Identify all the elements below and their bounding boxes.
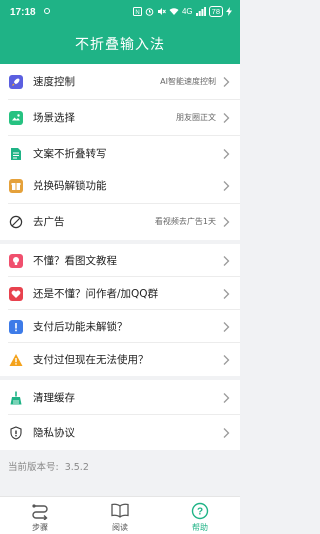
row-tutorial[interactable]: 不懂？看图文教程 <box>0 244 240 277</box>
row-value: AI智能速度控制 <box>160 77 216 86</box>
chevron-right-icon <box>223 256 230 266</box>
row-label: 兑换码解锁功能 <box>33 180 107 192</box>
row-label: 文案不折叠转写 <box>33 148 107 160</box>
chevron-right-icon <box>223 428 230 438</box>
alarm-icon <box>145 8 154 16</box>
book-icon <box>111 503 129 518</box>
app-header: 不折叠输入法 <box>0 24 240 64</box>
chevron-right-icon <box>223 217 230 227</box>
row-label: 去广告 <box>33 216 65 228</box>
row-label: 支付后功能未解锁？ <box>33 321 128 333</box>
bulb-icon <box>9 254 23 268</box>
version-label: 当前版本号: <box>8 462 59 473</box>
row-label: 清理缓存 <box>33 392 75 404</box>
wifi-icon <box>169 8 179 15</box>
rocket-icon <box>9 75 23 89</box>
tab-label: 步骤 <box>32 523 48 532</box>
settings-group-main: 速度控制 AI智能速度控制 场景选择 朋友圈正文 文案不折叠转写 <box>0 64 240 172</box>
row-privacy-policy[interactable]: 隐私协议 <box>0 415 240 450</box>
chevron-right-icon <box>223 322 230 332</box>
row-scene-select[interactable]: 场景选择 朋友圈正文 <box>0 100 240 136</box>
tab-label: 阅读 <box>112 523 128 532</box>
row-value: 朋友圈正文 <box>176 113 216 122</box>
network-type: 4G <box>181 7 193 16</box>
row-label: 隐私协议 <box>33 427 75 439</box>
settings-group-help: 不懂？看图文教程 还是不懂？问作者/加QQ群 支付后功能未解锁？ 支付过但现在无… <box>0 244 240 376</box>
row-speed-control[interactable]: 速度控制 AI智能速度控制 <box>0 64 240 100</box>
bottom-tab-bar: 步骤 阅读 ? 帮助 <box>0 496 240 534</box>
tab-label: 帮助 <box>192 523 208 532</box>
tab-help[interactable]: ? 帮助 <box>160 497 240 534</box>
no-ads-icon <box>9 215 23 229</box>
row-label: 速度控制 <box>33 76 75 88</box>
row-contact-author[interactable]: 还是不懂？问作者/加QQ群 <box>0 277 240 310</box>
signal-icon <box>195 7 206 16</box>
svg-text:N: N <box>135 10 139 16</box>
document-icon <box>11 148 21 160</box>
status-time: 17:18 <box>10 7 36 18</box>
row-paid-not-working[interactable]: 支付过但现在无法使用？ <box>0 343 240 376</box>
version-number: 3.5.2 <box>64 462 89 473</box>
row-text-rewrite[interactable]: 文案不折叠转写 <box>0 136 240 172</box>
shield-icon <box>10 426 22 440</box>
chevron-right-icon <box>223 113 230 123</box>
scene-icon <box>9 111 23 125</box>
chevron-right-icon <box>223 355 230 365</box>
battery-level: 78 <box>208 6 223 17</box>
chevron-right-icon <box>223 181 230 191</box>
heart-icon <box>9 287 23 301</box>
nfc-icon: N <box>132 7 142 16</box>
mute-icon <box>157 8 166 15</box>
settings-group-misc: 清理缓存 隐私协议 <box>0 380 240 450</box>
charging-icon <box>226 7 232 16</box>
page-title: 不折叠输入法 <box>75 37 165 53</box>
info-icon <box>9 320 23 334</box>
row-unlock-issue[interactable]: 支付后功能未解锁？ <box>0 310 240 343</box>
chevron-right-icon <box>223 149 230 159</box>
chevron-right-icon <box>223 77 230 87</box>
notification-dot-icon <box>44 8 50 14</box>
chevron-right-icon <box>223 289 230 299</box>
svg-text:?: ? <box>197 507 203 518</box>
warning-icon <box>9 354 23 366</box>
steps-icon <box>32 504 48 520</box>
gift-icon <box>9 179 23 193</box>
row-label: 场景选择 <box>33 112 75 124</box>
row-label: 不懂？看图文教程 <box>33 255 117 267</box>
row-label: 支付过但现在无法使用？ <box>33 354 149 366</box>
row-clear-cache[interactable]: 清理缓存 <box>0 380 240 415</box>
settings-group-unlock: 兑换码解锁功能 去广告 看视频去广告1天 <box>0 168 240 240</box>
row-label: 还是不懂？问作者/加QQ群 <box>33 288 159 300</box>
row-remove-ads[interactable]: 去广告 看视频去广告1天 <box>0 204 240 240</box>
row-redeem-code[interactable]: 兑换码解锁功能 <box>0 168 240 204</box>
chevron-right-icon <box>223 393 230 403</box>
status-icons: N 4G 78 <box>132 6 232 17</box>
status-bar: 17:18 N 4G 78 <box>0 0 240 24</box>
version-info: 当前版本号: 3.5.2 <box>8 459 89 473</box>
tab-read[interactable]: 阅读 <box>80 497 160 534</box>
tab-steps[interactable]: 步骤 <box>0 497 80 534</box>
help-icon: ? <box>191 502 209 520</box>
row-value: 看视频去广告1天 <box>154 217 216 226</box>
broom-icon <box>10 391 22 405</box>
